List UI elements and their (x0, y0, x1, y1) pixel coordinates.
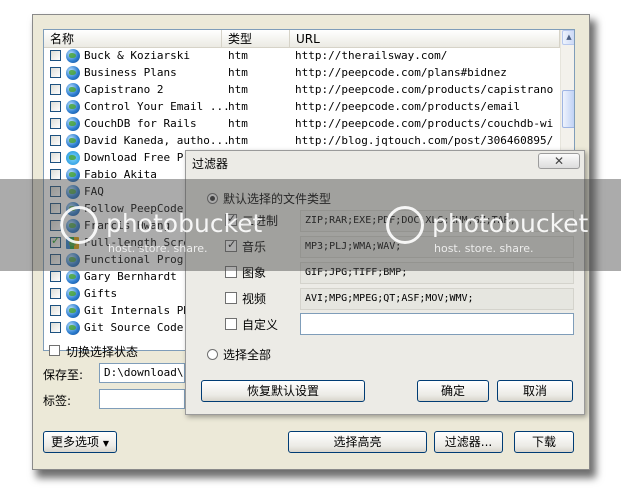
row-name: CouchDB for Rails (84, 117, 197, 130)
globe-icon (66, 83, 80, 97)
globe-icon (66, 66, 80, 80)
row-checkbox[interactable] (50, 101, 61, 112)
row-name: Buck & Koziarski (84, 49, 190, 62)
globe-icon (66, 49, 80, 63)
type-label: 视频 (242, 292, 267, 306)
restore-defaults-button[interactable]: 恢复默认设置 (201, 380, 365, 402)
scroll-thumb[interactable] (562, 90, 574, 128)
row-type: htm (228, 100, 248, 113)
scroll-up-icon[interactable]: ▲ (562, 30, 574, 45)
row-url: http://peepcode.com/products/couchdb-wi.… (295, 117, 553, 130)
globe-icon (66, 287, 80, 301)
column-header-name[interactable]: 名称 (44, 30, 222, 48)
watermark-brand: photobucket (106, 209, 263, 238)
globe-icon (66, 321, 80, 335)
globe-icon (66, 304, 80, 318)
list-item[interactable]: Control Your Email ... htm http://peepcode… (44, 99, 559, 116)
row-checkbox[interactable] (50, 67, 61, 78)
row-checkbox[interactable] (50, 84, 61, 95)
row-url: http://peepcode.com/plans#bidnez (295, 66, 507, 79)
row-type: htm (228, 49, 248, 62)
list-item[interactable]: David Kaneda, autho... htm http://blog.jqt… (44, 133, 559, 150)
download-button[interactable]: 下载 (514, 431, 574, 453)
list-item[interactable]: Buck & Koziarski htm http://therailsway.co… (44, 48, 559, 65)
tag-input[interactable] (99, 389, 185, 409)
select-all-label: 选择全部 (223, 348, 272, 362)
watermark-band: photobucket host. store. share. photobuc… (0, 179, 621, 271)
row-checkbox[interactable] (50, 118, 61, 129)
watermark-brand: photobucket (432, 209, 589, 238)
more-options-button[interactable]: 更多选项 ▼ (43, 431, 117, 453)
globe-icon (66, 117, 80, 131)
row-checkbox[interactable] (50, 271, 61, 282)
row-url: http://therailsway.com/ (295, 49, 448, 62)
globe-icon (66, 100, 80, 114)
row-type: htm (228, 134, 248, 147)
column-header-url[interactable]: URL (290, 30, 560, 48)
row-type: htm (228, 66, 248, 79)
custom-extensions-input[interactable] (300, 313, 574, 335)
row-url: http://peepcode.com/products/email (295, 100, 521, 113)
ok-button[interactable]: 确定 (417, 380, 489, 402)
custom-label: 自定义 (242, 318, 279, 332)
row-name: David Kaneda, autho... (84, 134, 230, 147)
row-checkbox[interactable] (50, 288, 61, 299)
save-to-label: 保存至: (43, 368, 84, 382)
row-url: http://peepcode.com/products/capistrano-… (295, 83, 553, 96)
dropdown-arrow-icon: ▼ (102, 439, 109, 448)
row-name: Business Plans (84, 66, 177, 79)
globe-icon (66, 270, 80, 284)
dialog-title: 过滤器 (192, 157, 229, 171)
row-checkbox[interactable] (50, 135, 61, 146)
watermark-tagline: host. store. share. (108, 242, 208, 255)
select-highlight-button[interactable]: 选择高亮 (288, 431, 427, 453)
more-options-label: 更多选项 (51, 435, 100, 449)
row-name: Control Your Email ... (84, 100, 230, 113)
tag-label: 标签: (43, 394, 72, 408)
globe-icon (66, 134, 80, 148)
row-url: http://blog.jqtouch.com/post/306460895/.… (295, 134, 553, 147)
photobucket-logo-icon (60, 206, 98, 244)
toggle-selection-checkbox[interactable] (49, 345, 60, 356)
cancel-button[interactable]: 取消 (497, 380, 573, 402)
type-extensions-field: AVI;MPG;MPEG;QT;ASF;MOV;WMV; (300, 288, 574, 310)
select-all-radio[interactable] (207, 349, 218, 360)
row-checkbox[interactable] (50, 322, 61, 333)
photobucket-logo-icon (386, 206, 424, 244)
row-checkbox[interactable] (50, 152, 61, 163)
filter-button[interactable]: 过滤器... (434, 431, 503, 453)
close-icon[interactable]: ✕ (538, 153, 580, 169)
list-item[interactable]: Capistrano 2 htm http://peepcode.com/produ… (44, 82, 559, 99)
toggle-selection-label: 切换选择状态 (66, 345, 139, 359)
watermark-right: photobucket host. store. share. (386, 206, 588, 255)
special-globe-icon (66, 151, 80, 165)
watermark-tagline: host. store. share. (434, 242, 534, 255)
watermark-left: photobucket host. store. share. (60, 206, 262, 255)
save-path-input[interactable]: D:\download\ (99, 363, 185, 383)
column-header-type[interactable]: 类型 (222, 30, 290, 48)
row-type: htm (228, 117, 248, 130)
row-type: htm (228, 83, 248, 96)
row-name: Capistrano 2 (84, 83, 164, 96)
row-checkbox[interactable] (50, 50, 61, 61)
row-checkbox[interactable] (50, 305, 61, 316)
list-item[interactable]: Business Plans htm http://peepcode.com/pla… (44, 65, 559, 82)
list-item[interactable]: CouchDB for Rails htm http://peepcode.com/… (44, 116, 559, 133)
type-checkbox[interactable] (225, 292, 237, 304)
custom-checkbox[interactable] (225, 318, 237, 330)
save-path-value: D:\download\ (104, 366, 184, 379)
